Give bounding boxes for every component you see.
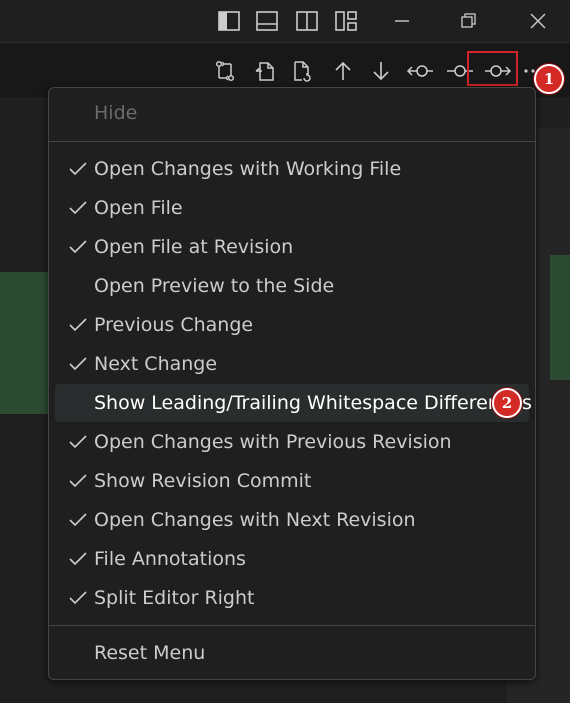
step-badge-1: 1 — [534, 64, 564, 94]
toggle-panel-icon[interactable] — [254, 9, 280, 33]
check-icon — [69, 513, 87, 527]
menu-item-open-changes-working-file[interactable]: Open Changes with Working File — [55, 150, 529, 188]
check-icon — [69, 474, 87, 488]
check-icon — [69, 591, 87, 605]
menu-item-previous-change[interactable]: Previous Change — [55, 306, 529, 344]
menu-item-label: Split Editor Right — [94, 587, 255, 609]
compare-changes-icon[interactable] — [211, 57, 239, 85]
customize-layout-icon[interactable] — [333, 9, 359, 33]
menu-item-label: Open Preview to the Side — [94, 275, 335, 297]
open-changes-previous-revision-icon[interactable] — [406, 57, 434, 85]
menu-item-label: Hide — [94, 102, 138, 124]
open-file-icon[interactable] — [251, 57, 279, 85]
menu-item-show-whitespace-differences[interactable]: Show Leading/Trailing Whitespace Differe… — [55, 384, 532, 422]
menu-item-hide: Hide — [55, 94, 529, 132]
menu-item-label: Next Change — [94, 353, 218, 375]
diff-added-highlight — [550, 255, 570, 380]
check-icon — [69, 435, 87, 449]
previous-change-icon[interactable] — [329, 57, 357, 85]
next-change-icon[interactable] — [367, 57, 395, 85]
menu-item-reset-menu[interactable]: Reset Menu — [55, 634, 529, 672]
menu-item-label: Open Changes with Next Revision — [94, 509, 416, 531]
menu-item-open-preview-side[interactable]: Open Preview to the Side — [55, 267, 529, 305]
menu-item-label: Reset Menu — [94, 642, 206, 664]
menu-item-label: Previous Change — [94, 314, 254, 336]
minimize-icon[interactable] — [389, 9, 415, 33]
menu-item-open-changes-next-revision[interactable]: Open Changes with Next Revision — [55, 501, 529, 539]
menu-separator — [49, 625, 535, 626]
menu-item-label: Open Changes with Previous Revision — [94, 431, 452, 453]
menu-separator — [49, 141, 535, 142]
menu-item-show-revision-commit[interactable]: Show Revision Commit — [55, 462, 529, 500]
check-icon — [69, 201, 87, 215]
open-file-at-revision-icon[interactable] — [288, 57, 316, 85]
menu-item-split-editor-right[interactable]: Split Editor Right — [55, 579, 529, 617]
check-icon — [69, 357, 87, 371]
diff-added-highlight — [0, 272, 50, 414]
menu-item-label: Open File — [94, 197, 183, 219]
menu-item-label: Open Changes with Working File — [94, 158, 402, 180]
check-icon — [69, 318, 87, 332]
highlight-box — [467, 51, 518, 86]
menu-item-open-changes-previous-revision[interactable]: Open Changes with Previous Revision — [55, 423, 529, 461]
close-icon[interactable] — [525, 9, 551, 33]
title-bar — [0, 0, 570, 42]
menu-item-next-change[interactable]: Next Change — [55, 345, 529, 383]
menu-item-label: Show Revision Commit — [94, 470, 312, 492]
menu-item-open-file[interactable]: Open File — [55, 189, 529, 227]
check-icon — [69, 240, 87, 254]
toggle-secondary-sidebar-icon[interactable] — [294, 9, 320, 33]
menu-item-label: File Annotations — [94, 548, 246, 570]
check-icon — [69, 162, 87, 176]
context-menu: Hide Open Changes with Working File Open… — [48, 87, 536, 680]
menu-item-open-file-at-revision[interactable]: Open File at Revision — [55, 228, 529, 266]
step-badge-2: 2 — [492, 388, 522, 418]
toggle-primary-sidebar-icon[interactable] — [216, 9, 242, 33]
menu-item-label: Open File at Revision — [94, 236, 294, 258]
menu-item-file-annotations[interactable]: File Annotations — [55, 540, 529, 578]
check-icon — [69, 552, 87, 566]
menu-item-label: Show Leading/Trailing Whitespace Differe… — [94, 392, 532, 414]
restore-icon[interactable] — [456, 9, 482, 33]
